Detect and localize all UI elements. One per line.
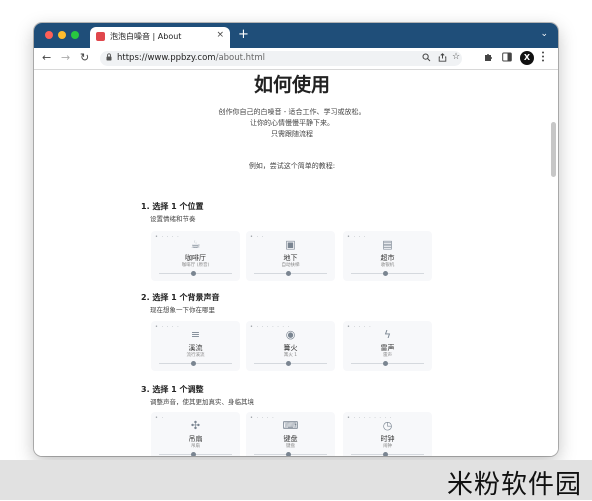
profile-avatar[interactable]: X <box>520 51 534 65</box>
intro-line: 创作你自己的白噪音 - 适合工作、学习或放松。 <box>218 108 366 116</box>
zoom-icon[interactable] <box>422 53 431 65</box>
card-desc: 流行溪流 <box>186 353 205 358</box>
intro-text: 创作你自己的白噪音 - 适合工作、学习或放松。 让你的心情慢慢平静下来。 只需跟… <box>34 107 550 140</box>
step-2-title: 2. 选择 1 个背景声音 <box>141 293 220 302</box>
page-content: 如何使用 创作你自己的白噪音 - 适合工作、学习或放松。 让你的心情慢慢平静下来… <box>34 70 558 456</box>
intro-line: 让你的心情慢慢平静下来。 <box>250 119 334 127</box>
slider-knob[interactable] <box>383 271 388 276</box>
subway-icon: ▣ <box>285 238 296 251</box>
card-campfire[interactable]: • · · · · · · · ◉ 篝火 篝火 1 <box>246 321 335 371</box>
browser-window: 泡泡白噪音 | About × + ⌄ ← → ↻ https://www.pp… <box>34 23 558 456</box>
stream-icon: ≡ <box>190 328 201 341</box>
slider-knob[interactable] <box>191 452 196 456</box>
card-keyboard[interactable]: • · · · · ⌨ 键盘 键盘 <box>246 412 335 456</box>
volume-slider[interactable] <box>254 271 327 276</box>
card-desc: 咖啡厅 (原音) <box>181 263 210 268</box>
tab-title: 泡泡白噪音 | About <box>110 32 182 41</box>
volume-slider[interactable] <box>351 271 424 276</box>
extensions-icon[interactable] <box>484 52 494 65</box>
example-text: 例如，尝试这个简单的教程: <box>248 162 336 170</box>
volume-slider[interactable] <box>159 271 232 276</box>
shopping-bag-icon: ▤ <box>382 238 393 251</box>
back-button[interactable]: ← <box>42 51 51 64</box>
card-desc: 键盘 <box>286 444 295 449</box>
volume-slider[interactable] <box>159 361 232 366</box>
step-1-title: 1. 选择 1 个位置 <box>141 202 204 211</box>
volume-slider[interactable] <box>254 361 327 366</box>
url-path: /about.html <box>215 53 266 63</box>
card-supermarket[interactable]: • · · · ▤ 超市 收银机 <box>343 231 432 281</box>
share-icon[interactable] <box>438 53 447 65</box>
card-desc: 收银机 <box>380 263 395 268</box>
watermark-text: 米粉软件园 <box>446 470 582 500</box>
menu-kebab-icon[interactable] <box>541 51 545 65</box>
slider-knob[interactable] <box>191 271 196 276</box>
tab-search-chevron-icon[interactable]: ⌄ <box>540 29 548 39</box>
volume-slider[interactable] <box>351 361 424 366</box>
card-clock[interactable]: • · · · · · · · · ◷ 时钟 闹钟 <box>343 412 432 456</box>
tab-bar: 泡泡白噪音 | About × + ⌄ <box>34 23 558 48</box>
maximize-window-button[interactable] <box>71 31 79 39</box>
slider-knob[interactable] <box>191 361 196 366</box>
card-desc: 雷声 <box>383 353 392 358</box>
step-3-subtitle: 调整声音，使其更加真实、身临其境 <box>150 398 254 406</box>
forward-button[interactable]: → <box>61 51 70 64</box>
tab-close-icon[interactable]: × <box>216 30 224 40</box>
step-1-subtitle: 设置情绪和节奏 <box>150 215 196 223</box>
volume-slider[interactable] <box>159 452 232 456</box>
step-2-subtitle: 现在想象一下你在哪里 <box>150 306 215 314</box>
volume-slider[interactable] <box>254 452 327 456</box>
card-cafe[interactable]: • · · · · ☕ 咖啡厅 咖啡厅 (原音) <box>151 231 240 281</box>
volume-slider[interactable] <box>351 452 424 456</box>
slider-knob[interactable] <box>383 452 388 456</box>
card-underground[interactable]: • · · ▣ 地下 自动扶梯 <box>246 231 335 281</box>
bookmark-star-icon[interactable]: ☆ <box>452 52 460 62</box>
card-desc: 自动扶梯 <box>281 263 300 268</box>
reload-button[interactable]: ↻ <box>80 51 89 64</box>
lightning-icon: ϟ <box>383 328 392 341</box>
fan-icon: ✣ <box>190 419 201 432</box>
slider-knob[interactable] <box>286 271 291 276</box>
url-text: https://www.ppbzy.com/about.html <box>117 53 265 63</box>
card-thunder[interactable]: • · · · · ϟ 雷声 雷声 <box>343 321 432 371</box>
clock-icon: ◷ <box>382 419 393 432</box>
fire-icon: ◉ <box>285 328 296 341</box>
close-window-button[interactable] <box>45 31 53 39</box>
url-host: https://www.ppbzy.com <box>117 53 216 63</box>
card-ceiling-fan[interactable]: • · ✣ 吊扇 吊扇 <box>151 412 240 456</box>
card-desc: 吊扇 <box>191 444 200 449</box>
page-scrollbar[interactable] <box>551 122 556 177</box>
page-title: 如何使用 <box>253 74 330 96</box>
minimize-window-button[interactable] <box>58 31 66 39</box>
slider-knob[interactable] <box>383 361 388 366</box>
slider-knob[interactable] <box>286 361 291 366</box>
address-bar[interactable]: https://www.ppbzy.com/about.html ☆ <box>100 51 462 66</box>
keyboard-icon: ⌨ <box>282 419 299 432</box>
slider-knob[interactable] <box>286 452 291 456</box>
coffee-icon: ☕ <box>190 238 201 251</box>
browser-toolbar: ← → ↻ https://www.ppbzy.com/about.html ☆… <box>34 48 558 70</box>
lock-icon <box>106 53 112 63</box>
card-desc: 篝火 1 <box>283 353 298 358</box>
step-3-title: 3. 选择 1 个调整 <box>141 385 204 394</box>
active-tab[interactable]: 泡泡白噪音 | About × <box>90 27 230 48</box>
new-tab-button[interactable]: + <box>238 27 249 42</box>
card-stream[interactable]: • · · · · ≡ 溪流 流行溪流 <box>151 321 240 371</box>
site-favicon-icon <box>96 32 105 41</box>
card-desc: 闹钟 <box>383 444 392 449</box>
intro-line: 只需跟随流程 <box>271 130 313 138</box>
sidebar-icon[interactable] <box>502 52 512 65</box>
